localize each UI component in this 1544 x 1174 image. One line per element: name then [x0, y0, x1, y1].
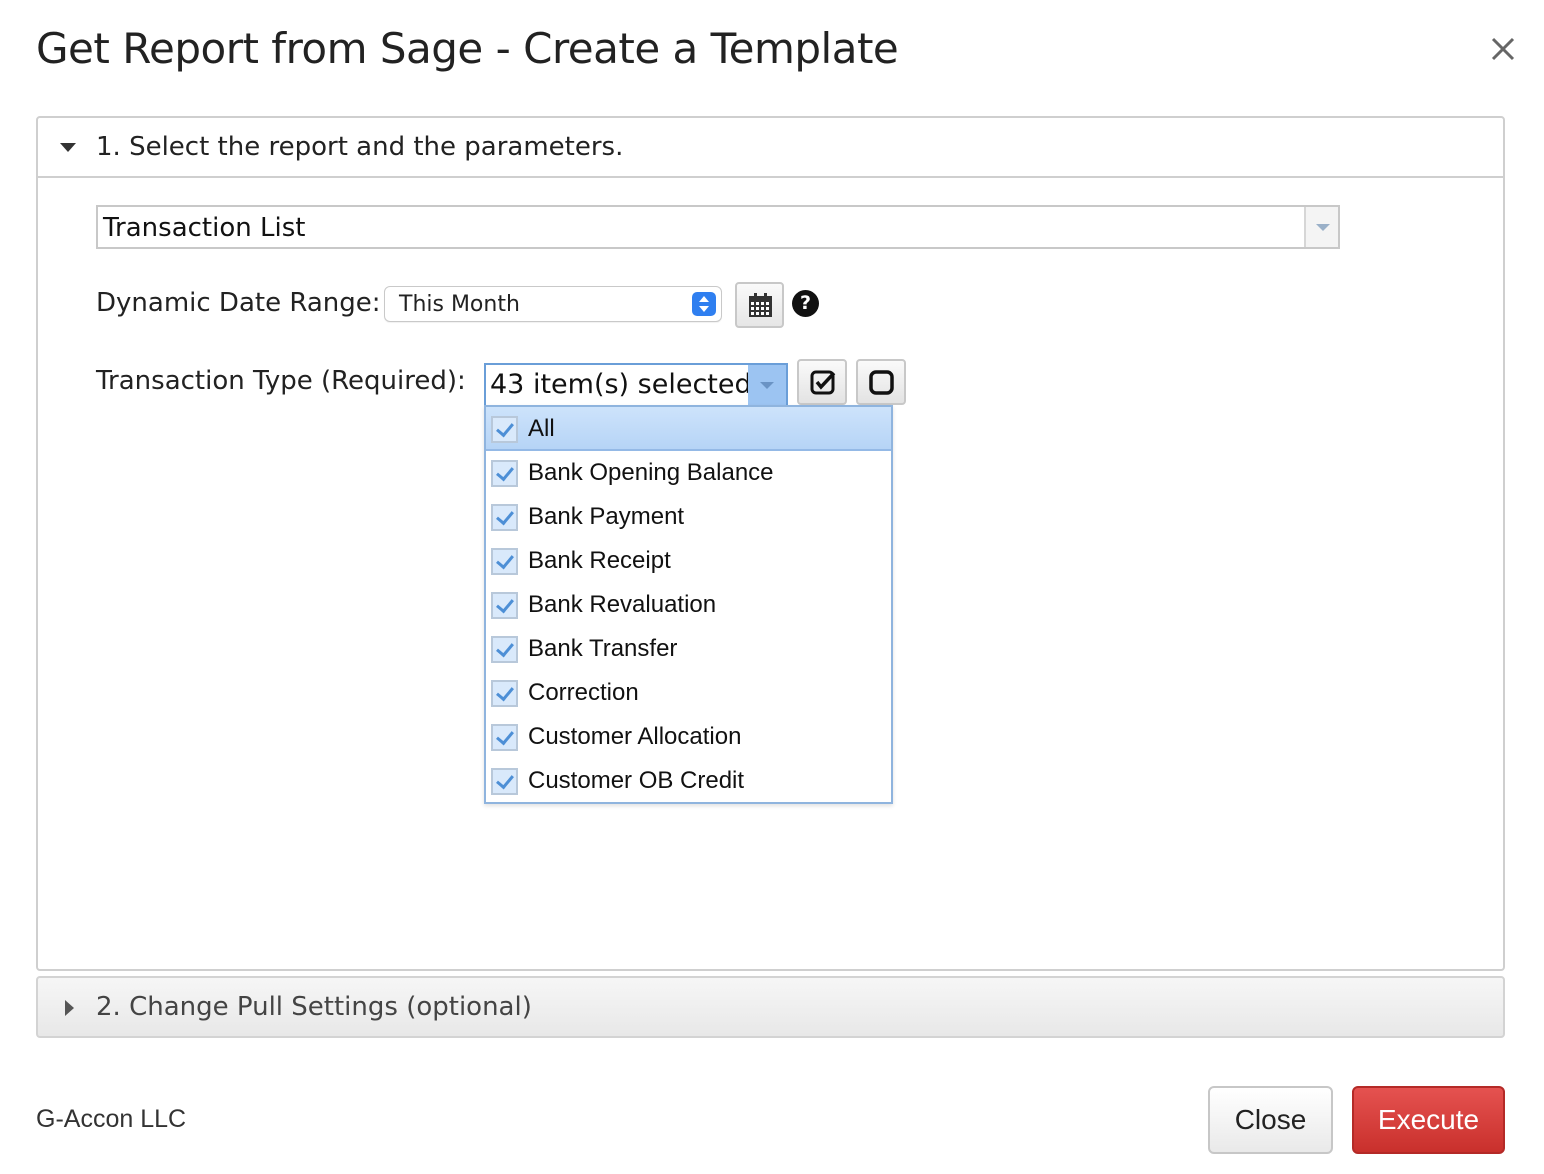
dropdown-item-label: Bank Payment: [528, 503, 685, 530]
checkbox[interactable]: [491, 680, 518, 707]
dropdown-item-label: Customer OB Credit: [528, 767, 745, 794]
dropdown-item-label: Bank Opening Balance: [528, 459, 774, 486]
checkbox[interactable]: [491, 592, 518, 619]
execute-button[interactable]: Execute: [1352, 1086, 1505, 1154]
checkbox[interactable]: [491, 504, 518, 531]
select-stepper-icon: [692, 292, 716, 316]
checkbox[interactable]: [491, 416, 518, 443]
dropdown-item[interactable]: All: [486, 407, 891, 451]
section-1-header[interactable]: 1. Select the report and the parameters.: [38, 118, 1503, 178]
report-select-value: Transaction List: [103, 213, 306, 243]
dropdown-item[interactable]: Correction: [486, 671, 891, 715]
dropdown-item[interactable]: Bank Revaluation: [486, 583, 891, 627]
section-2-title: 2. Change Pull Settings (optional): [96, 992, 532, 1022]
checkbox[interactable]: [491, 636, 518, 663]
chevron-down-icon[interactable]: [1304, 207, 1338, 247]
expand-triangle-icon: [65, 1000, 74, 1016]
dropdown-item-label: Correction: [528, 679, 639, 706]
date-range-label: Dynamic Date Range:: [96, 288, 381, 318]
collapse-triangle-icon: [60, 143, 76, 152]
dropdown-item[interactable]: Bank Opening Balance: [486, 451, 891, 495]
calendar-icon: [749, 293, 772, 317]
square-icon: [869, 370, 894, 395]
date-range-select[interactable]: This Month: [384, 286, 722, 322]
section-2-header[interactable]: 2. Change Pull Settings (optional): [36, 976, 1505, 1038]
dropdown-item[interactable]: Customer Allocation: [486, 715, 891, 759]
check-square-icon: [810, 370, 836, 395]
report-select[interactable]: Transaction List: [96, 205, 1340, 249]
dropdown-item-label: Bank Revaluation: [528, 591, 717, 618]
date-range-value: This Month: [399, 292, 520, 317]
calendar-button[interactable]: [735, 282, 784, 328]
checkbox[interactable]: [491, 724, 518, 751]
chevron-down-icon[interactable]: [748, 365, 786, 405]
transaction-type-multiselect[interactable]: 43 item(s) selected: [484, 363, 788, 407]
dropdown-item-label: Bank Transfer: [528, 635, 678, 662]
dropdown-item-label: Bank Receipt: [528, 547, 671, 574]
close-icon[interactable]: [1484, 30, 1522, 68]
transaction-type-label: Transaction Type (Required):: [96, 366, 466, 396]
dropdown-item[interactable]: Bank Transfer: [486, 627, 891, 671]
checkbox[interactable]: [491, 548, 518, 575]
deselect-all-button[interactable]: [856, 359, 906, 405]
dropdown-item[interactable]: Bank Receipt: [486, 539, 891, 583]
select-all-button[interactable]: [797, 359, 847, 405]
transaction-type-dropdown[interactable]: All Bank Opening Balance Bank Payment Ba…: [484, 405, 893, 804]
dropdown-item-label: Customer Allocation: [528, 723, 742, 750]
dialog-title: Get Report from Sage - Create a Template: [36, 24, 899, 73]
dropdown-item[interactable]: Bank Payment: [486, 495, 891, 539]
transaction-type-summary: 43 item(s) selected: [490, 369, 752, 400]
dropdown-item-label: All: [528, 415, 555, 442]
checkbox[interactable]: [491, 460, 518, 487]
help-icon[interactable]: ?: [792, 290, 819, 317]
dropdown-item[interactable]: Customer OB Credit: [486, 759, 891, 803]
section-1-panel: 1. Select the report and the parameters.…: [36, 116, 1505, 971]
company-name: G-Accon LLC: [36, 1105, 187, 1133]
section-1-title: 1. Select the report and the parameters.: [96, 132, 624, 162]
checkbox[interactable]: [491, 768, 518, 795]
close-button[interactable]: Close: [1208, 1086, 1333, 1154]
